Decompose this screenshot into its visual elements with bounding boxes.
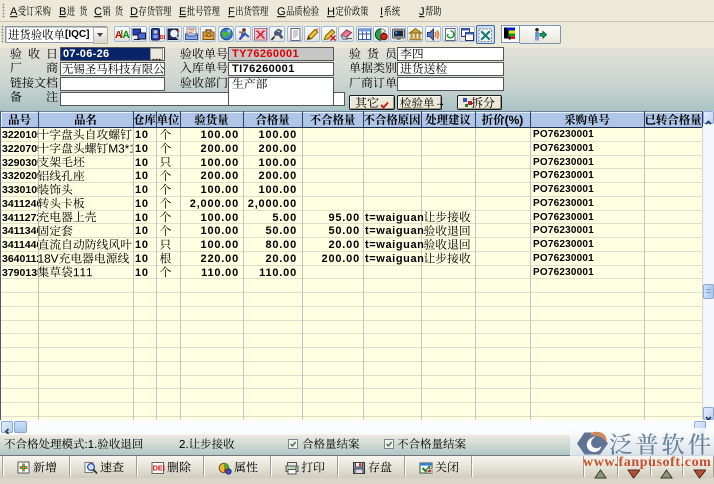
svg-text:DEL: DEL xyxy=(159,35,165,41)
svg-text:A: A xyxy=(123,30,130,41)
svg-text:DEL: DEL xyxy=(153,464,165,473)
svg-text:A: A xyxy=(115,30,122,41)
